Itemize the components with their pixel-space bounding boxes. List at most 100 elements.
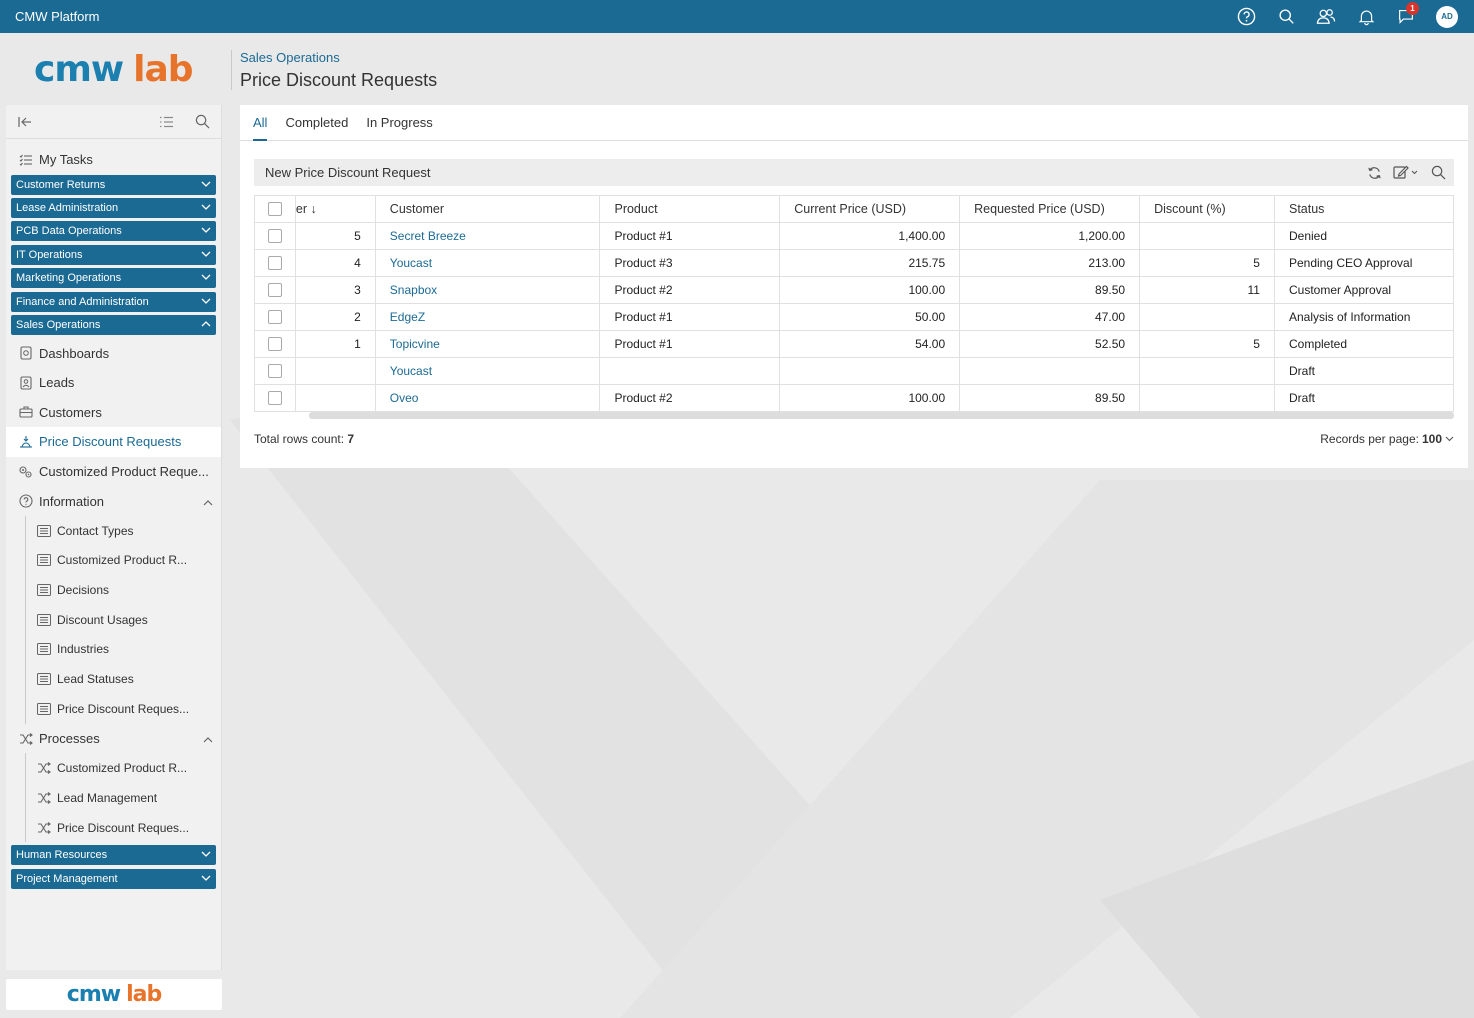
cell-customer[interactable]: Oveo <box>374 384 601 412</box>
tab-all[interactable]: All <box>253 105 268 141</box>
row-checkbox-cell <box>254 303 296 331</box>
sidebar-group-customer-returns[interactable]: Customer Returns <box>11 174 216 195</box>
list-icon[interactable] <box>155 111 177 133</box>
sidebar-item-leads[interactable]: Leads <box>6 368 221 398</box>
bell-icon[interactable] <box>1346 0 1386 33</box>
list-icon <box>36 553 51 568</box>
table-row[interactable]: 4 Youcast Product #3 215.75 213.00 5 Pending C… <box>254 249 1455 277</box>
column-header-requested-price[interactable]: Requested Price (USD) <box>959 195 1141 223</box>
row-checkbox[interactable] <box>267 229 282 244</box>
cell-customer[interactable]: Snapbox <box>374 276 601 304</box>
row-checkbox[interactable] <box>267 364 282 379</box>
tab-in-progress[interactable]: In Progress <box>366 105 432 140</box>
cell-number: 3 <box>294 276 376 304</box>
row-checkbox-cell <box>254 222 296 250</box>
cell-customer[interactable]: EdgeZ <box>374 303 601 331</box>
collapse-sidebar-icon[interactable] <box>14 111 36 133</box>
cell-customer[interactable]: Youcast <box>374 249 601 277</box>
cell-customer[interactable]: Secret Breeze <box>374 222 601 250</box>
sidebar-group-it-operations[interactable]: IT Operations <box>11 244 216 265</box>
sidebar-subitem-contact-types[interactable]: Contact Types <box>6 515 221 546</box>
sidebar-subitem-lead-management[interactable]: Lead Management <box>6 782 221 813</box>
sidebar-subitem-label: Discount Usages <box>57 612 148 627</box>
search-icon[interactable] <box>1266 0 1306 33</box>
sidebar-subitem-price-discount-reques[interactable]: Price Discount Reques... <box>6 694 221 724</box>
select-all-checkbox[interactable] <box>267 202 282 217</box>
sidebar-subitem-customized-product-r[interactable]: Customized Product R... <box>6 753 221 783</box>
sidebar-subitem-industries[interactable]: Industries <box>6 634 221 665</box>
tab-completed[interactable]: Completed <box>285 105 348 140</box>
sidebar-group-sales-operations[interactable]: Sales Operations <box>11 314 216 335</box>
sidebar-group-label: Marketing Operations <box>16 272 122 285</box>
breadcrumb[interactable]: Sales Operations <box>240 50 437 65</box>
sidebar-item-dashboards[interactable]: Dashboards <box>6 338 221 368</box>
users-icon[interactable] <box>1306 0 1346 33</box>
table-row[interactable]: 1 Topicvine Product #1 54.00 52.50 5 Completed <box>254 330 1455 358</box>
table-row[interactable]: 3 Snapbox Product #2 100.00 89.50 11 Customer … <box>254 276 1455 304</box>
edit-icon[interactable] <box>1392 163 1420 183</box>
sidebar-item-customers[interactable]: Customers <box>6 398 221 428</box>
cell-customer[interactable]: Youcast <box>374 357 601 385</box>
avatar[interactable]: AD <box>1436 5 1458 28</box>
cell-customer[interactable]: Topicvine <box>374 330 601 358</box>
row-checkbox[interactable] <box>267 283 282 298</box>
sidebar-group-project-management[interactable]: Project Management <box>11 868 216 889</box>
sidebar-subitem-decisions[interactable]: Decisions <box>6 575 221 605</box>
sidebar-item-label: Processes <box>39 731 100 746</box>
sidebar-item-my-tasks[interactable]: My Tasks <box>6 145 221 175</box>
sidebar-subitem-label: Decisions <box>57 583 110 598</box>
total-rows-count: Total rows count: 7 <box>254 432 355 446</box>
sidebar-group-pcb-data-operations[interactable]: PCB Data Operations <box>11 221 216 242</box>
discount-icon <box>18 434 33 449</box>
cell-discount: 5 <box>1139 330 1275 358</box>
search-icon[interactable] <box>191 111 213 133</box>
chevron-down-icon <box>201 224 211 236</box>
sidebar-subitem-lead-statuses[interactable]: Lead Statuses <box>6 664 221 694</box>
cell-requested-price: 47.00 <box>959 303 1141 331</box>
column-header-current-price[interactable]: Current Price (USD) <box>779 195 961 223</box>
refresh-icon[interactable] <box>1364 163 1384 183</box>
sidebar-item-price-discount-requests[interactable]: Price Discount Requests <box>6 427 221 457</box>
cell-current-price: 50.00 <box>779 303 961 331</box>
new-price-discount-request-button[interactable]: New Price Discount Request <box>254 165 430 180</box>
cell-discount: 11 <box>1139 276 1275 304</box>
cell-current-price: 54.00 <box>779 330 961 358</box>
sidebar-group-human-resources[interactable]: Human Resources <box>11 845 216 866</box>
sidebar-group-marketing-operations[interactable]: Marketing Operations <box>11 268 216 289</box>
list-icon <box>36 642 51 657</box>
chevron-up-icon[interactable] <box>203 494 213 509</box>
chevron-up-icon[interactable] <box>203 731 213 746</box>
sidebar-group-lease-administration[interactable]: Lease Administration <box>11 197 216 218</box>
help-icon[interactable] <box>1226 0 1266 33</box>
sidebar-subitem-customized-product-r[interactable]: Customized Product R... <box>6 545 221 576</box>
cell-number: 1 <box>294 330 376 358</box>
row-checkbox[interactable] <box>267 337 282 352</box>
sidebar-item-information[interactable]: Information <box>6 486 221 516</box>
row-checkbox[interactable] <box>267 310 282 325</box>
column-header-customer[interactable]: Customer <box>374 195 601 223</box>
chat-icon[interactable]: 1 <box>1386 0 1426 33</box>
column-header-discount[interactable]: Discount (%) <box>1139 195 1275 223</box>
table-row[interactable]: 5 Secret Breeze Product #1 1,400.00 1,200.00… <box>254 222 1455 250</box>
row-checkbox[interactable] <box>267 256 282 271</box>
sidebar-group-finance-and-administration[interactable]: Finance and Administration <box>11 291 216 312</box>
horizontal-scrollbar[interactable] <box>309 412 1454 419</box>
sidebar-item-processes[interactable]: Processes <box>6 724 221 754</box>
table-header-row: er ↓ Customer Product Current Price (USD… <box>254 195 1455 223</box>
sidebar-subitem-discount-usages[interactable]: Discount Usages <box>6 604 221 635</box>
sidebar-subitem-price-discount-reques[interactable]: Price Discount Reques... <box>6 812 221 843</box>
column-header-status[interactable]: Status <box>1273 195 1455 223</box>
records-per-page-select[interactable]: Records per page: 100 <box>1320 432 1454 446</box>
search-icon[interactable] <box>1428 163 1448 183</box>
sidebar-subitem-label: Price Discount Reques... <box>57 820 190 835</box>
column-header-number[interactable]: er ↓ <box>294 195 376 223</box>
row-checkbox-cell <box>254 357 296 385</box>
row-checkbox[interactable] <box>267 391 282 406</box>
sidebar-item-customized-product-requests[interactable]: Customized Product Reque... <box>6 457 221 487</box>
table-row[interactable]: 2 EdgeZ Product #1 50.00 47.00 Analysis of In… <box>254 303 1455 331</box>
cell-requested-price: 89.50 <box>959 276 1141 304</box>
column-header-product[interactable]: Product <box>599 195 781 223</box>
table-row[interactable]: Youcast Draft <box>254 357 1455 385</box>
table-row[interactable]: Oveo Product #2 100.00 89.50 Draft <box>254 384 1455 412</box>
sidebar-subitem-label: Price Discount Reques... <box>57 701 190 716</box>
